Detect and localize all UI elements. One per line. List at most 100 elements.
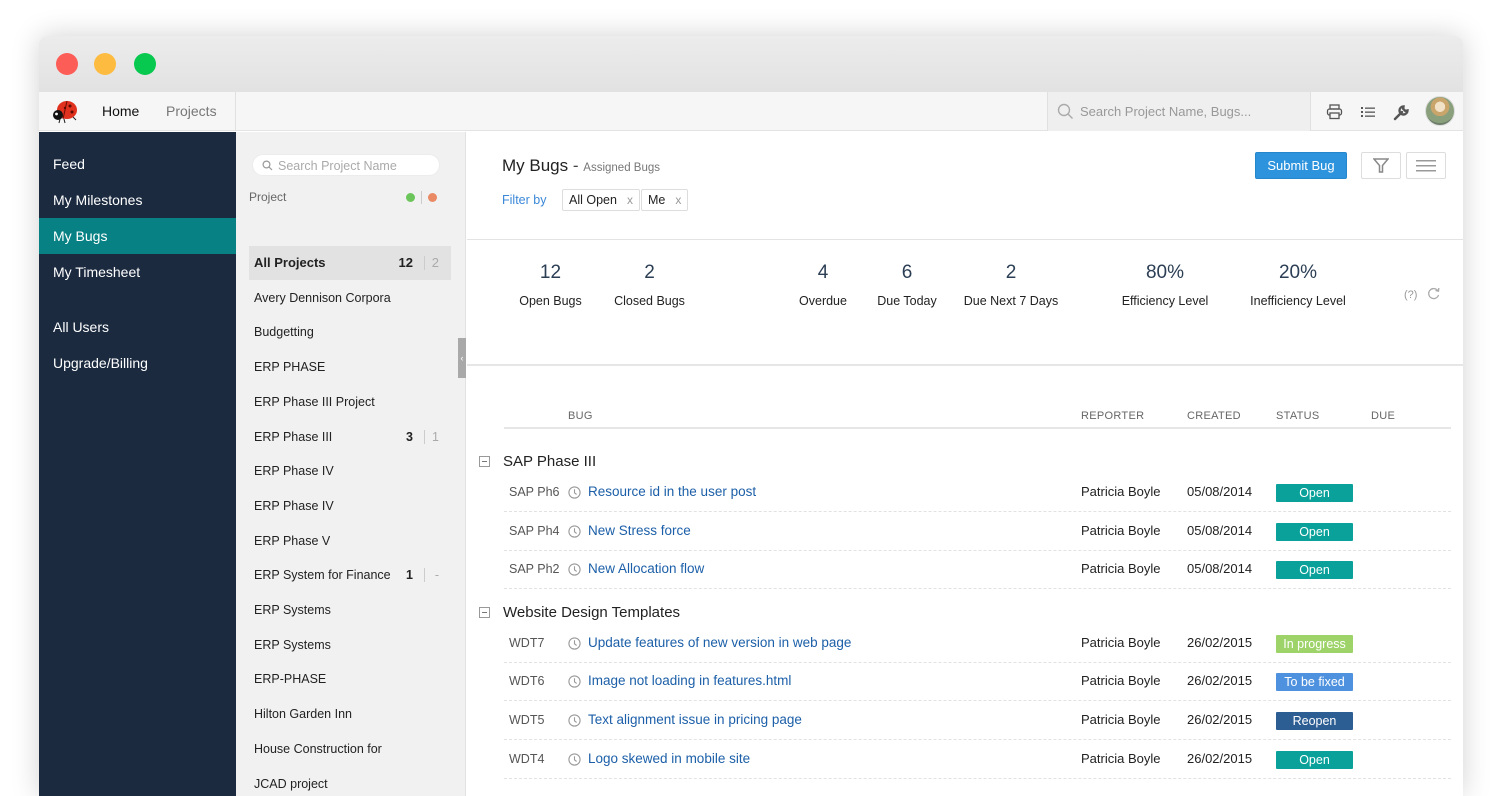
project-search-input[interactable]	[278, 157, 428, 174]
bug-row[interactable]: SAP Ph6Resource id in the user postPatri…	[504, 474, 1451, 512]
project-list-item[interactable]: ERP System for Finance1-	[249, 558, 451, 592]
project-list-item[interactable]: ERP Phase V	[249, 524, 451, 558]
filter-chip-all-open[interactable]: All Openx	[562, 189, 640, 211]
bug-row[interactable]: SAP Ph2New Allocation flowPatricia Boyle…	[504, 551, 1451, 589]
open-bug-count: 1	[406, 558, 413, 592]
minimize-window-button[interactable]	[94, 53, 116, 75]
bug-title-link[interactable]: Resource id in the user post	[588, 484, 756, 499]
stat-efficiency-level[interactable]: 80% Efficiency Level	[1115, 262, 1215, 308]
open-legend-dot	[406, 193, 415, 202]
maximize-window-button[interactable]	[134, 53, 156, 75]
stat-label: Due Today	[872, 294, 942, 308]
project-list-item[interactable]: All Projects122	[249, 246, 451, 280]
sidebar-item-my-timesheet[interactable]: My Timesheet	[39, 254, 236, 290]
bug-row[interactable]: WDT6Image not loading in features.htmlPa…	[504, 663, 1451, 701]
bug-group-header[interactable]: Website Design Templates	[479, 604, 680, 621]
count-separator	[424, 256, 425, 270]
project-name: ERP Phase IV	[254, 454, 334, 488]
nav-projects[interactable]: Projects	[166, 103, 217, 119]
close-window-button[interactable]	[56, 53, 78, 75]
submit-bug-button[interactable]: Submit Bug	[1255, 152, 1347, 179]
sidebar-item-all-users[interactable]: All Users	[39, 309, 236, 345]
collapse-group-icon[interactable]	[479, 456, 490, 467]
bug-group-header[interactable]: SAP Phase III	[479, 453, 596, 470]
column-header-status[interactable]: STATUS	[1276, 410, 1320, 422]
sidebar-item-my-bugs[interactable]: My Bugs	[39, 218, 236, 254]
sidebar-item-upgrade-billing[interactable]: Upgrade/Billing	[39, 345, 236, 381]
bug-row[interactable]: SAP Ph4New Stress forcePatricia Boyle05/…	[504, 513, 1451, 551]
bug-title-link[interactable]: New Stress force	[588, 523, 691, 538]
status-badge[interactable]: Reopen	[1276, 712, 1353, 730]
bug-title-link[interactable]: Update features of new version in web pa…	[588, 635, 851, 650]
menu-button[interactable]	[1406, 152, 1446, 179]
stat-inefficiency-level[interactable]: 20% Inefficiency Level	[1243, 262, 1353, 308]
ladybug-logo-icon[interactable]	[51, 97, 79, 125]
printer-icon[interactable]	[1324, 102, 1344, 122]
bug-row[interactable]: WDT5Text alignment issue in pricing page…	[504, 702, 1451, 740]
stat-label: Overdue	[788, 294, 858, 308]
stat-closed-bugs[interactable]: 2 Closed Bugs	[612, 262, 687, 308]
bug-title-link[interactable]: Text alignment issue in pricing page	[588, 712, 802, 727]
status-badge[interactable]: To be fixed	[1276, 673, 1353, 691]
collapse-panel-handle[interactable]: ‹	[458, 338, 466, 378]
project-list-item[interactable]: JCAD project	[249, 767, 451, 796]
project-list-item[interactable]: ERP-PHASE	[249, 662, 451, 696]
bug-row[interactable]: WDT4Logo skewed in mobile sitePatricia B…	[504, 741, 1451, 779]
group-name: SAP Phase III	[503, 453, 596, 470]
page-title-text: My Bugs	[502, 156, 568, 175]
status-badge[interactable]: In progress	[1276, 635, 1353, 653]
stat-open-bugs[interactable]: 12 Open Bugs	[513, 262, 588, 308]
stat-value: 12	[513, 262, 588, 288]
status-badge[interactable]: Open	[1276, 484, 1353, 502]
remove-filter-icon[interactable]: x	[627, 193, 633, 207]
refresh-icon[interactable]	[1427, 287, 1440, 300]
filter-chip-label: Me	[648, 193, 665, 207]
filter-chip-me[interactable]: Mex	[641, 189, 688, 211]
bug-row[interactable]: WDT7Update features of new version in we…	[504, 625, 1451, 663]
status-badge[interactable]: Open	[1276, 523, 1353, 541]
project-name: ERP Phase III	[254, 420, 332, 454]
project-list-item[interactable]: Budgetting	[249, 315, 451, 349]
sidebar-item-feed[interactable]: Feed	[39, 146, 236, 182]
project-list-item[interactable]: Avery Dennison Corpora	[249, 281, 451, 315]
nav-home[interactable]: Home	[102, 103, 139, 119]
stat-due-next-7-days[interactable]: 2 Due Next 7 Days	[961, 262, 1061, 308]
remove-filter-icon[interactable]: x	[675, 193, 681, 207]
bug-title-link[interactable]: New Allocation flow	[588, 561, 704, 576]
sidebar-item-my-milestones[interactable]: My Milestones	[39, 182, 236, 218]
wrench-icon[interactable]	[1391, 102, 1411, 122]
column-header-reporter[interactable]: REPORTER	[1081, 410, 1144, 422]
bug-id: WDT4	[509, 752, 544, 766]
column-header-bug[interactable]: BUG	[568, 410, 593, 422]
bug-reporter: Patricia Boyle	[1081, 635, 1160, 650]
stat-overdue[interactable]: 4 Overdue	[788, 262, 858, 308]
open-bug-count: 12	[399, 246, 413, 280]
project-list-item[interactable]: House Construction for	[249, 732, 451, 766]
project-list-item[interactable]: ERP Phase IV	[249, 454, 451, 488]
stat-label: Closed Bugs	[612, 294, 687, 308]
bug-title-link[interactable]: Image not loading in features.html	[588, 673, 791, 688]
project-list-item[interactable]: ERP Phase IV	[249, 489, 451, 523]
status-badge[interactable]: Open	[1276, 561, 1353, 579]
filter-by-label: Filter by	[502, 193, 546, 207]
bug-reporter: Patricia Boyle	[1081, 712, 1160, 727]
project-list-item[interactable]: ERP Systems	[249, 628, 451, 662]
help-icon[interactable]: (?)	[1404, 289, 1417, 301]
stat-due-today[interactable]: 6 Due Today	[872, 262, 942, 308]
user-avatar[interactable]	[1425, 96, 1455, 126]
project-list-item[interactable]: Hilton Garden Inn	[249, 697, 451, 731]
collapse-group-icon[interactable]	[479, 607, 490, 618]
status-badge[interactable]: Open	[1276, 751, 1353, 769]
project-name: ERP Phase V	[254, 524, 330, 558]
project-list-item[interactable]: ERP Phase III31	[249, 420, 451, 454]
filter-button[interactable]	[1361, 152, 1401, 179]
bug-title-link[interactable]: Logo skewed in mobile site	[588, 751, 750, 766]
project-list-item[interactable]: ERP Systems	[249, 593, 451, 627]
project-list-item[interactable]: ERP Phase III Project	[249, 385, 451, 419]
global-search-input[interactable]	[1080, 100, 1305, 122]
list-icon[interactable]	[1358, 102, 1378, 122]
project-list-item[interactable]: ERP PHASE	[249, 350, 451, 384]
column-header-created[interactable]: CREATED	[1187, 410, 1241, 422]
column-header-due[interactable]: DUE	[1371, 410, 1395, 422]
clock-icon	[568, 563, 581, 581]
